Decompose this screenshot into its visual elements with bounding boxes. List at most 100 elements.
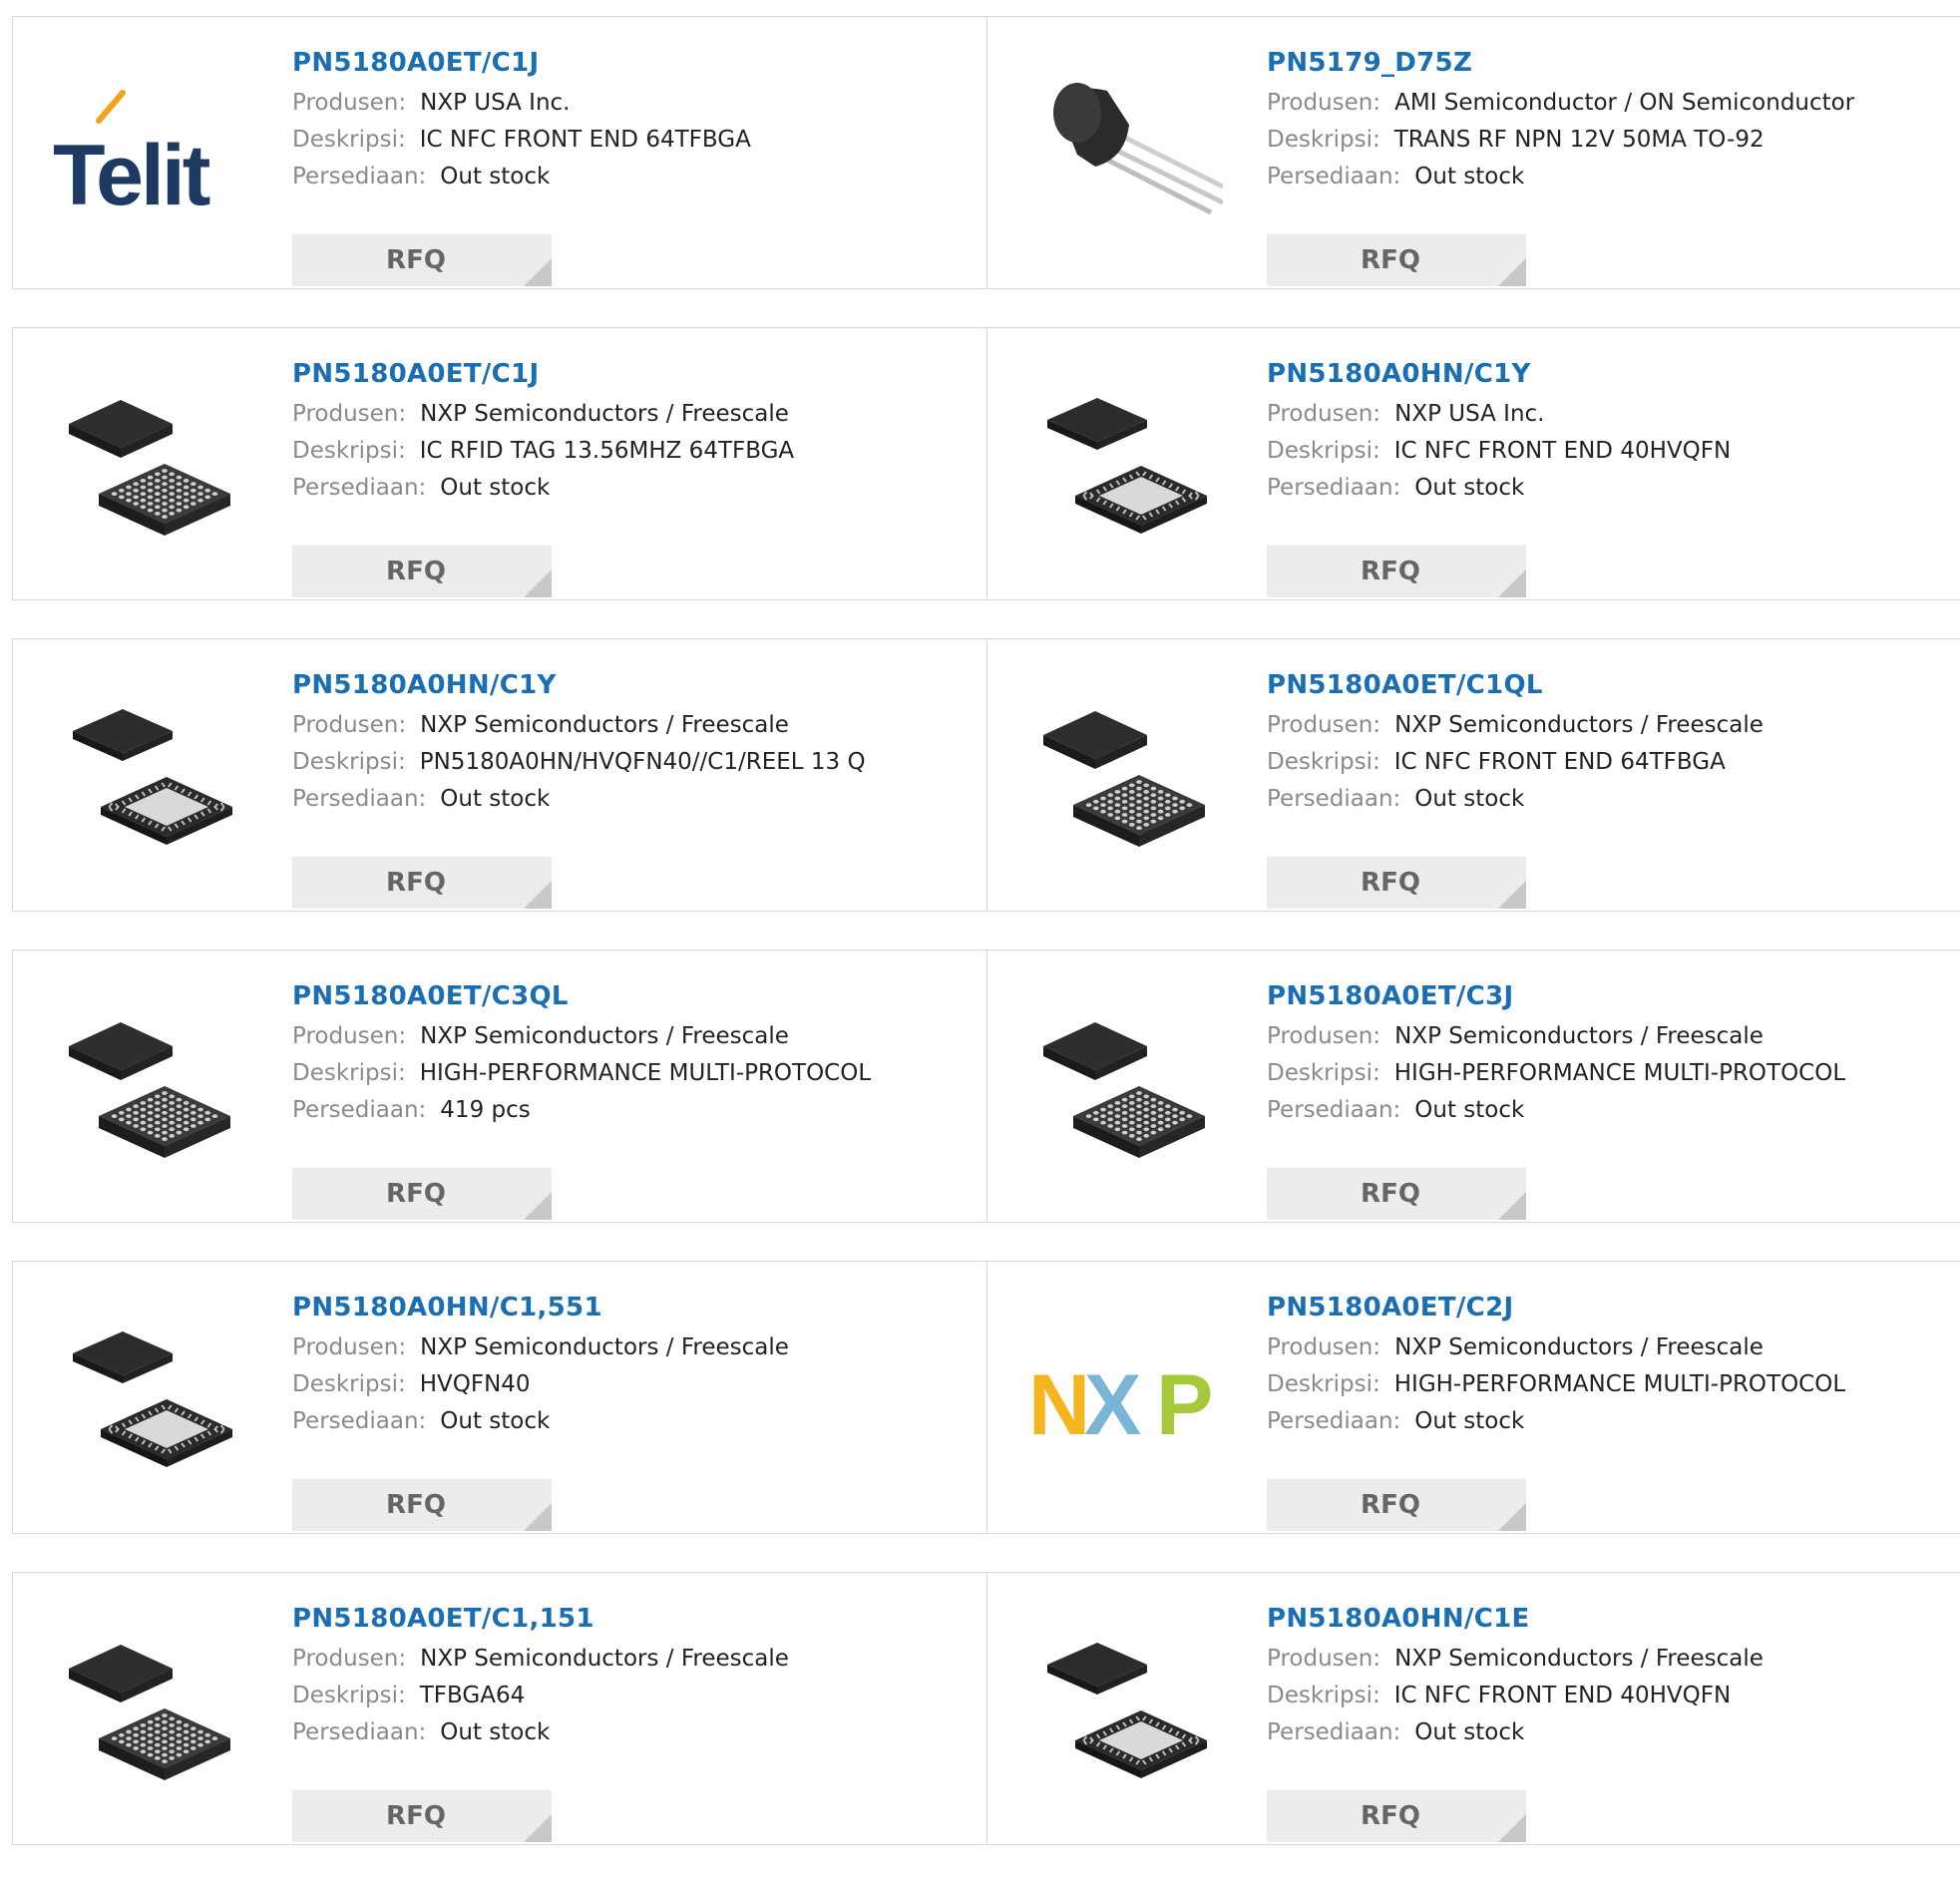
manufacturer-label: Produsen: [1267, 90, 1381, 116]
part-number-link[interactable]: PN5180A0HN/C1Y [292, 667, 977, 707]
stock-row: Persediaan: Out stock [292, 781, 977, 818]
product-image[interactable] [53, 1613, 254, 1814]
nxp-logo-p: P [1156, 1362, 1213, 1442]
part-number-link[interactable]: PN5180A0ET/C3QL [292, 978, 977, 1018]
manufacturer-label: Produsen: [292, 1646, 407, 1672]
part-number-link[interactable]: PN5180A0ET/C2J [1267, 1290, 1950, 1329]
rfq-button[interactable]: RFQ [1267, 234, 1526, 286]
product-image[interactable] [1027, 990, 1229, 1192]
product-image[interactable] [53, 368, 254, 569]
description-label: Deskripsi: [1267, 1683, 1380, 1708]
manufacturer-value: NXP Semiconductors / Freescale [420, 1334, 789, 1360]
manufacturer-label: Produsen: [1267, 1646, 1381, 1672]
description-row: Deskripsi: HIGH-PERFORMANCE MULTI-PROTOCO… [292, 1055, 977, 1092]
rfq-button[interactable]: RFQ [292, 1790, 552, 1842]
manufacturer-label: Produsen: [1267, 1023, 1381, 1049]
product-row: PN5180A0ET/C1J Produsen: NXP Semiconducto… [12, 327, 1960, 600]
description-value: IC NFC FRONT END 40HVQFN [1393, 438, 1732, 464]
rfq-button[interactable]: RFQ [292, 234, 552, 286]
telit-logo-text: Telit [53, 128, 210, 223]
manufacturer-value: NXP Semiconductors / Freescale [420, 401, 789, 427]
manufacturer-value: NXP USA Inc. [420, 90, 571, 116]
stock-row: Persediaan: Out stock [1267, 781, 1950, 818]
stock-row: Persediaan: Out stock [292, 1403, 977, 1440]
product-info: PN5180A0HN/C1,551 Produsen: NXP Semicondu… [292, 1290, 977, 1531]
product-image[interactable] [53, 679, 254, 881]
product-image[interactable] [1027, 57, 1229, 258]
stock-value: Out stock [1414, 1408, 1525, 1434]
rfq-button[interactable]: RFQ [1267, 1168, 1526, 1220]
stock-value: Out stock [1414, 475, 1525, 501]
product-image[interactable]: Telit [53, 57, 254, 258]
manufacturer-row: Produsen: NXP Semiconductors / Freescale [292, 396, 977, 433]
part-number-link[interactable]: PN5180A0ET/C1J [292, 356, 977, 396]
rfq-button[interactable]: RFQ [292, 857, 552, 909]
product-info: PN5180A0ET/C2J Produsen: NXP Semiconducto… [1267, 1290, 1950, 1531]
stock-label: Persediaan: [292, 164, 427, 189]
stock-row: Persediaan: Out stock [1267, 159, 1950, 195]
manufacturer-row: Produsen: NXP Semiconductors / Freescale [1267, 1018, 1950, 1055]
product-image[interactable] [53, 990, 254, 1192]
stock-label: Persediaan: [1267, 1719, 1401, 1745]
rfq-button-label: RFQ [386, 557, 446, 586]
description-label: Deskripsi: [1267, 1060, 1380, 1086]
product-image[interactable] [1027, 368, 1229, 569]
description-label: Deskripsi: [1267, 438, 1380, 464]
manufacturer-label: Produsen: [292, 401, 407, 427]
stock-row: Persediaan: Out stock [292, 159, 977, 195]
stock-value: Out stock [440, 475, 551, 501]
manufacturer-row: Produsen: NXP Semiconductors / Freescale [292, 1641, 977, 1678]
rfq-button[interactable]: RFQ [292, 546, 552, 597]
description-value: HIGH-PERFORMANCE MULTI-PROTOCOL [1393, 1371, 1846, 1397]
description-row: Deskripsi: TFBGA64 [292, 1678, 977, 1714]
rfq-button[interactable]: RFQ [1267, 1479, 1526, 1531]
part-number-link[interactable]: PN5180A0ET/C1,151 [292, 1601, 977, 1641]
manufacturer-value: AMI Semiconductor / ON Semiconductor [1394, 90, 1855, 116]
manufacturer-value: NXP USA Inc. [1394, 401, 1545, 427]
product-info: PN5180A0HN/C1E Produsen: NXP Semiconducto… [1267, 1601, 1950, 1842]
product-row: PN5180A0HN/C1Y Produsen: NXP Semiconducto… [12, 638, 1960, 912]
manufacturer-label: Produsen: [1267, 401, 1381, 427]
rfq-button[interactable]: RFQ [1267, 1790, 1526, 1842]
part-number-link[interactable]: PN5180A0HN/C1E [1267, 1601, 1950, 1641]
product-image[interactable] [1027, 1613, 1229, 1814]
manufacturer-label: Produsen: [292, 1023, 407, 1049]
rfq-button[interactable]: RFQ [292, 1479, 552, 1531]
part-number-link[interactable]: PN5180A0ET/C1QL [1267, 667, 1950, 707]
product-card: N X P PN5180A0ET/C2J Produsen: NXP Semico… [986, 1262, 1960, 1533]
qfn-chip-image [73, 1331, 232, 1467]
description-row: Deskripsi: IC NFC FRONT END 40HVQFN [1267, 1678, 1950, 1714]
manufacturer-label: Produsen: [1267, 1334, 1381, 1360]
manufacturer-value: NXP Semiconductors / Freescale [1394, 1334, 1764, 1360]
rfq-button-label: RFQ [386, 1801, 446, 1831]
stock-label: Persediaan: [1267, 1097, 1401, 1123]
description-label: Deskripsi: [292, 1060, 406, 1086]
description-label: Deskripsi: [292, 438, 406, 464]
description-row: Deskripsi: IC RFID TAG 13.56MHZ 64TFBGA [292, 433, 977, 470]
description-label: Deskripsi: [1267, 127, 1380, 153]
part-number-link[interactable]: PN5180A0HN/C1Y [1267, 356, 1950, 396]
part-number-link[interactable]: PN5180A0ET/C1J [292, 45, 977, 85]
stock-value: Out stock [1414, 786, 1525, 812]
rfq-button[interactable]: RFQ [292, 1168, 552, 1220]
description-value: PN5180A0HN/HVQFN40//C1/REEL 13 Q [419, 749, 866, 775]
rfq-button-label: RFQ [1361, 1490, 1420, 1520]
manufacturer-label: Produsen: [292, 90, 407, 116]
description-row: Deskripsi: IC NFC FRONT END 64TFBGA [1267, 744, 1950, 781]
manufacturer-row: Produsen: AMI Semiconductor / ON Semicond… [1267, 85, 1950, 122]
manufacturer-row: Produsen: NXP Semiconductors / Freescale [1267, 1329, 1950, 1366]
qfn-chip-image [73, 709, 232, 845]
product-image[interactable] [53, 1302, 254, 1503]
rfq-button[interactable]: RFQ [1267, 546, 1526, 597]
product-info: PN5180A0ET/C1QL Produsen: NXP Semiconduct… [1267, 667, 1950, 909]
product-image[interactable] [1027, 679, 1229, 881]
part-number-link[interactable]: PN5180A0HN/C1,551 [292, 1290, 977, 1329]
part-number-link[interactable]: PN5180A0ET/C3J [1267, 978, 1950, 1018]
rfq-button[interactable]: RFQ [1267, 857, 1526, 909]
qfn-chip-image [1047, 1643, 1207, 1778]
product-image[interactable]: N X P [1027, 1302, 1229, 1503]
part-number-link[interactable]: PN5179_D75Z [1267, 45, 1950, 85]
product-info: PN5180A0ET/C1J Produsen: NXP USA Inc. Des… [292, 45, 977, 286]
product-row: Telit PN5180A0ET/C1J Produsen: NXP USA In… [12, 16, 1960, 289]
description-value: IC RFID TAG 13.56MHZ 64TFBGA [419, 438, 795, 464]
